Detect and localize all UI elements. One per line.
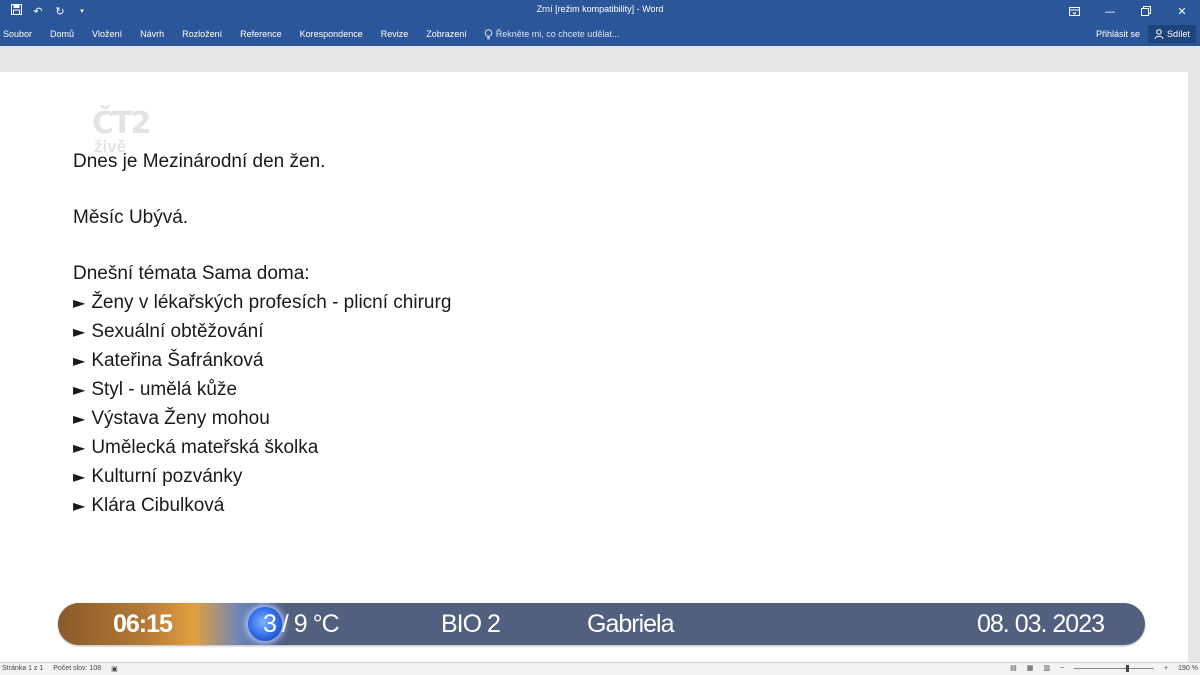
ticker-date: 08. 03. 2023: [977, 610, 1105, 638]
tab-korespondence[interactable]: Korespondence: [291, 29, 372, 39]
tab-rozlozeni[interactable]: Rozložení: [173, 29, 231, 39]
ticker-time: 06:15: [113, 610, 173, 638]
list-item-text: Umělecká mateřská školka: [91, 437, 319, 458]
ribbon-collapsed-area: [0, 46, 1200, 72]
tab-domu[interactable]: Domů: [41, 29, 83, 39]
tab-vlozeni[interactable]: Vložení: [83, 29, 131, 39]
status-bar-right: ▤ ▦ ▥ − + 190 %: [1010, 664, 1198, 672]
topics-heading: Dnešní témata Sama doma:: [73, 263, 310, 284]
list-item-text: Kulturní pozvánky: [91, 466, 243, 487]
ribbon-account-area: Přihlásit se Sdílet: [1096, 24, 1196, 44]
list-item: ► Kulturní pozvánky: [73, 463, 451, 492]
title-bar: ↶ ↻ ▾ Zrní [režim kompatibility] - Word …: [0, 0, 1200, 22]
list-item: ► Umělecká mateřská školka: [73, 434, 451, 463]
ticker-channel: BIO 2: [441, 610, 501, 638]
ticker-nameday: Gabriela: [587, 610, 674, 638]
print-layout-icon[interactable]: ▦: [1027, 664, 1034, 672]
read-mode-icon[interactable]: ▤: [1010, 664, 1017, 672]
ribbon-display-icon[interactable]: [1056, 0, 1092, 22]
page-count[interactable]: Stránka 1 z 1: [2, 665, 43, 673]
zoom-slider-thumb[interactable]: [1126, 664, 1130, 672]
share-button[interactable]: Sdílet: [1147, 25, 1196, 43]
tell-me-text: Řekněte mi, co chcete udělat...: [495, 29, 620, 39]
list-item-text: Styl - umělá kůže: [91, 379, 238, 400]
bullet-icon: ►: [73, 351, 86, 370]
proofing-icon[interactable]: ▣: [111, 665, 118, 673]
web-layout-icon[interactable]: ▥: [1043, 664, 1050, 672]
close-icon[interactable]: ✕: [1164, 0, 1200, 22]
word-count[interactable]: Počet slov: 108: [53, 665, 101, 673]
document-title: Zrní [režim kompatibility] - Word: [536, 4, 664, 14]
zoom-in-icon[interactable]: +: [1164, 665, 1168, 672]
tab-navrh[interactable]: Návrh: [131, 29, 173, 39]
list-item: ► Klára Cibulková: [73, 492, 451, 521]
zoom-slider[interactable]: [1074, 664, 1155, 672]
person-icon: [1154, 29, 1164, 39]
ticker-temperature: 3 / 9 °C: [263, 610, 340, 638]
list-item: ► Výstava Ženy mohou: [73, 405, 451, 434]
list-item-text: Klára Cibulková: [91, 495, 225, 516]
status-bar: Stránka 1 z 1 Počet slov: 108 ▣ ▤ ▦ ▥ − …: [0, 662, 1200, 675]
bullet-icon: ►: [73, 438, 86, 457]
document-body: Dnes je Mezinárodní den žen. Měsíc Ubývá…: [73, 148, 451, 521]
paragraph-moon-phase: Měsíc Ubývá.: [73, 207, 189, 228]
bullet-icon: ►: [73, 409, 86, 428]
bullet-icon: ►: [73, 467, 86, 486]
sign-in-link[interactable]: Přihlásit se: [1096, 29, 1140, 39]
ribbon-tabs: Soubor Domů Vložení Návrh Rozložení Refe…: [0, 22, 619, 46]
tell-me-box[interactable]: Řekněte mi, co chcete udělat...: [476, 28, 620, 40]
list-item: ► Sexuální obtěžování: [73, 318, 451, 347]
list-item-text: Sexuální obtěžování: [91, 321, 264, 342]
bullet-icon: ►: [73, 380, 86, 399]
watermark-logo-text: ČT2: [92, 106, 151, 141]
zoom-out-icon[interactable]: −: [1060, 665, 1064, 672]
lightbulb-icon: [484, 28, 493, 39]
list-item: ► Kateřina Šafránková: [73, 347, 451, 376]
tab-revize[interactable]: Revize: [372, 29, 418, 39]
list-item-text: Ženy v lékařských profesích - plicní chi…: [91, 292, 452, 313]
tv-info-ticker: 06:15 3 / 9 °C BIO 2 Gabriela 08. 03. 20…: [58, 603, 1145, 645]
ribbon: Soubor Domů Vložení Návrh Rozložení Refe…: [0, 22, 1200, 46]
paragraph-international-womens-day: Dnes je Mezinárodní den žen.: [73, 151, 326, 172]
window-controls: — ✕: [1056, 0, 1200, 22]
bullet-icon: ►: [73, 322, 86, 341]
restore-icon[interactable]: [1128, 0, 1164, 22]
tab-reference[interactable]: Reference: [231, 29, 291, 39]
minimize-icon[interactable]: —: [1092, 0, 1128, 22]
list-item-text: Výstava Ženy mohou: [91, 408, 270, 429]
list-item: ► Styl - umělá kůže: [73, 376, 451, 405]
bullet-icon: ►: [73, 293, 86, 312]
bullet-icon: ►: [73, 496, 86, 515]
list-item-text: Kateřina Šafránková: [91, 350, 264, 371]
tab-soubor[interactable]: Soubor: [0, 29, 41, 39]
zoom-level[interactable]: 190 %: [1178, 665, 1198, 672]
list-item: ► Ženy v lékařských profesích - plicní ch…: [73, 289, 451, 318]
vertical-scrollbar[interactable]: [1188, 46, 1200, 662]
status-bar-left: Stránka 1 z 1 Počet slov: 108 ▣: [2, 665, 118, 673]
tab-zobrazeni[interactable]: Zobrazení: [417, 29, 476, 39]
share-label: Sdílet: [1166, 29, 1190, 39]
